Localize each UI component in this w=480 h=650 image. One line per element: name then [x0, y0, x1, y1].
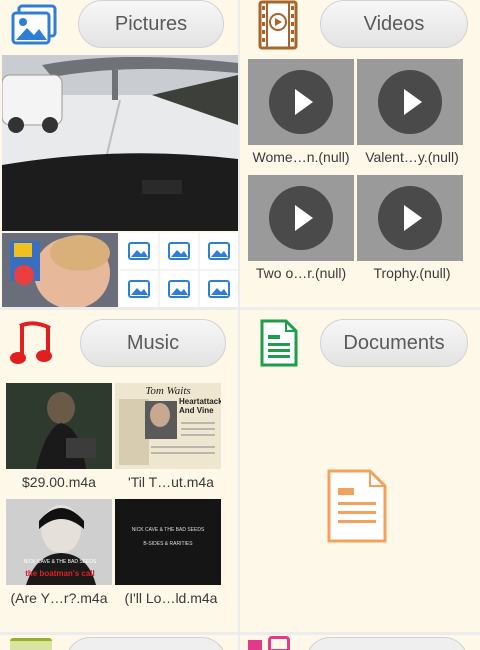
play-icon	[378, 70, 442, 134]
play-icon	[269, 70, 333, 134]
video-caption: Two o…r.(null)	[255, 265, 347, 281]
album-subtitle-text: B-SIDES & RARITIES	[143, 541, 193, 547]
photo-placeholder-icon[interactable]	[160, 271, 198, 307]
photo-placeholder-icon[interactable]	[200, 271, 238, 307]
row-divider-bottom	[0, 632, 480, 635]
music-note-icon[interactable]	[6, 318, 62, 368]
photo-placeholder-icon[interactable]	[120, 233, 158, 269]
videos-label: Videos	[363, 12, 425, 35]
song-caption: (I'll Lo…ld.m4a	[124, 590, 218, 606]
photo-placeholder-icon[interactable]	[120, 271, 158, 307]
photo-placeholder-icon[interactable]	[200, 233, 238, 269]
pictures-icon[interactable]	[6, 0, 62, 50]
song-caption: (Are Y…r?.m4a	[10, 590, 108, 606]
app-button-partial[interactable]	[306, 637, 468, 650]
video-caption: Valent…y.(null)	[365, 149, 459, 165]
column-divider	[238, 0, 240, 650]
photo-placeholder-icon[interactable]	[160, 233, 198, 269]
photo-placeholder-grid	[120, 233, 238, 307]
song-caption: $29.00.m4a	[22, 474, 96, 490]
pictures-label: Pictures	[114, 12, 188, 35]
row-divider	[0, 307, 480, 310]
app-icon-right[interactable]	[268, 636, 290, 650]
album-subtitle-text: Heartattack And Vine	[179, 397, 221, 415]
album-subtitle-text: the boatman's call	[25, 569, 95, 578]
album-art[interactable]: NICK CAVE & THE BAD SEEDS B-SIDES & RARI…	[115, 499, 221, 585]
album-artist-text: NICK CAVE & THE BAD SEEDS	[23, 559, 97, 565]
video-thumbnail[interactable]	[357, 175, 463, 261]
documents-button[interactable]: Documents	[320, 319, 468, 367]
album-art[interactable]	[6, 383, 112, 469]
song-caption: 'Til T…ut.m4a	[128, 474, 214, 490]
document-icon[interactable]	[250, 318, 306, 368]
video-thumbnail[interactable]	[248, 59, 354, 145]
video-film-icon[interactable]	[250, 0, 306, 50]
video-thumbnail[interactable]	[357, 59, 463, 145]
documents-label: Documents	[343, 331, 445, 354]
play-icon	[269, 186, 333, 250]
music-label: Music	[126, 331, 180, 354]
album-artist-text: NICK CAVE & THE BAD SEEDS	[131, 527, 205, 533]
photo-thumbnail-baby[interactable]	[2, 233, 118, 307]
video-caption: Wome…n.(null)	[252, 149, 350, 165]
video-thumbnail[interactable]	[248, 175, 354, 261]
app-icon-left[interactable]	[248, 640, 262, 650]
pictures-button[interactable]: Pictures	[78, 0, 224, 48]
music-button[interactable]: Music	[80, 319, 226, 367]
play-icon	[378, 186, 442, 250]
folder-icon[interactable]	[10, 638, 52, 650]
photo-thumbnail-road[interactable]	[2, 55, 238, 231]
videos-button[interactable]: Videos	[320, 0, 468, 48]
album-art[interactable]: Tom Waits Heartattack And Vine	[115, 383, 221, 469]
album-art[interactable]: NICK CAVE & THE BAD SEEDS the boatman's …	[6, 499, 112, 585]
video-caption: Trophy.(null)	[373, 265, 451, 281]
document-placeholder-icon[interactable]	[326, 468, 388, 549]
folder-button-partial[interactable]	[66, 637, 226, 650]
